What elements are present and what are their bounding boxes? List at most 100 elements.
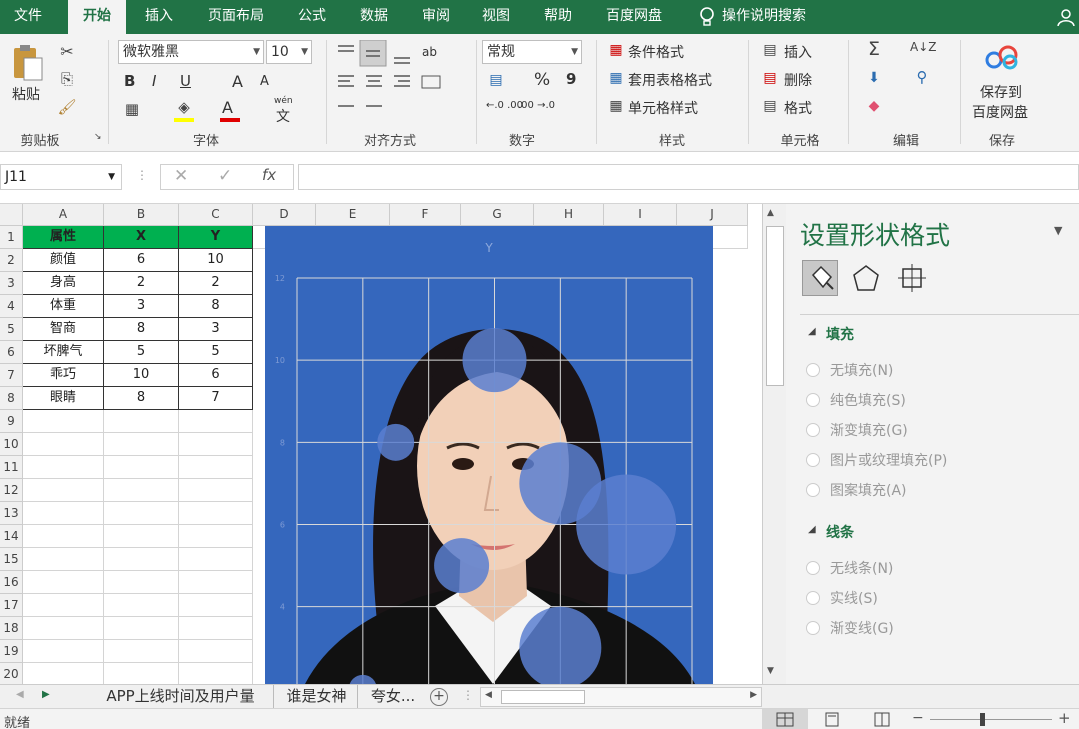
row-header-18[interactable]: 18 bbox=[0, 617, 23, 640]
sort-filter-icon[interactable]: A↓Z bbox=[910, 40, 936, 54]
empty-cell[interactable] bbox=[179, 479, 253, 502]
empty-cell[interactable] bbox=[23, 456, 104, 479]
page-layout-view-icon[interactable] bbox=[822, 712, 842, 727]
vertical-scrollbar[interactable]: ▲ ▼ bbox=[762, 204, 786, 684]
normal-view-button[interactable] bbox=[762, 709, 808, 729]
page-break-view-icon[interactable] bbox=[872, 712, 892, 727]
name-box[interactable]: J11 ▼ bbox=[0, 164, 122, 190]
font-color-button[interactable]: A bbox=[222, 98, 233, 117]
horizontal-scrollbar[interactable]: ◀ ▶ bbox=[480, 687, 762, 707]
empty-cell[interactable] bbox=[23, 502, 104, 525]
line-option[interactable]: 无线条(N) bbox=[806, 558, 893, 578]
empty-cell[interactable] bbox=[179, 640, 253, 663]
tab-insert[interactable]: 插入 bbox=[132, 0, 186, 34]
tab-help[interactable]: 帮助 bbox=[532, 0, 584, 34]
empty-cell[interactable] bbox=[23, 410, 104, 433]
empty-cell[interactable] bbox=[23, 663, 104, 686]
column-header-b[interactable]: B bbox=[104, 204, 179, 226]
empty-cell[interactable] bbox=[179, 594, 253, 617]
table-cell[interactable]: 8 bbox=[104, 387, 179, 410]
empty-cell[interactable] bbox=[104, 479, 179, 502]
table-cell[interactable]: 3 bbox=[179, 318, 253, 341]
empty-cell[interactable] bbox=[179, 410, 253, 433]
table-cell[interactable]: 7 bbox=[179, 387, 253, 410]
tab-view[interactable]: 视图 bbox=[470, 0, 522, 34]
table-cell[interactable]: 体重 bbox=[23, 295, 104, 318]
row-header-8[interactable]: 8 bbox=[0, 387, 23, 410]
empty-cell[interactable] bbox=[23, 479, 104, 502]
insert-cells-button[interactable]: 插入 bbox=[784, 42, 812, 62]
h-scroll-thumb[interactable] bbox=[501, 690, 585, 704]
row-header-2[interactable]: 2 bbox=[0, 249, 23, 272]
column-header-c[interactable]: C bbox=[179, 204, 253, 226]
cell-styles-button[interactable]: 单元格样式 bbox=[628, 98, 698, 118]
table-cell[interactable]: 2 bbox=[104, 272, 179, 295]
row-header-3[interactable]: 3 bbox=[0, 272, 23, 295]
empty-cell[interactable] bbox=[104, 617, 179, 640]
empty-cell[interactable] bbox=[104, 571, 179, 594]
row-header-7[interactable]: 7 bbox=[0, 364, 23, 387]
table-cell[interactable]: 10 bbox=[104, 364, 179, 387]
column-header-h[interactable]: H bbox=[534, 204, 604, 226]
scroll-thumb[interactable] bbox=[766, 226, 784, 386]
find-select-icon[interactable]: ⚲ bbox=[912, 68, 932, 86]
empty-cell[interactable] bbox=[23, 433, 104, 456]
table-cell[interactable]: 10 bbox=[179, 249, 253, 272]
empty-cell[interactable] bbox=[104, 594, 179, 617]
dialog-launcher-icon[interactable]: ↘ bbox=[94, 132, 102, 142]
tab-page-layout[interactable]: 页面布局 bbox=[196, 0, 276, 34]
prev-sheet-icon[interactable]: ◀ bbox=[16, 689, 24, 700]
table-cell[interactable]: 眼睛 bbox=[23, 387, 104, 410]
table-cell[interactable]: 坏脾气 bbox=[23, 341, 104, 364]
format-as-table-button[interactable]: 套用表格格式 bbox=[628, 70, 712, 90]
table-cell[interactable]: 颜值 bbox=[23, 249, 104, 272]
table-cell[interactable]: 8 bbox=[179, 295, 253, 318]
fill-option[interactable]: 渐变填充(G) bbox=[806, 420, 908, 440]
underline-button[interactable]: U bbox=[180, 72, 191, 90]
table-header-cell[interactable]: 属性 bbox=[23, 226, 104, 249]
empty-cell[interactable] bbox=[104, 410, 179, 433]
sheet-tab-goddess[interactable]: 谁是女神 bbox=[276, 685, 358, 708]
row-header-10[interactable]: 10 bbox=[0, 433, 23, 456]
row-header-11[interactable]: 11 bbox=[0, 456, 23, 479]
empty-cell[interactable] bbox=[104, 640, 179, 663]
grow-font-button[interactable]: A bbox=[232, 72, 243, 91]
fill-option[interactable]: 图片或纹理填充(P) bbox=[806, 450, 947, 470]
empty-cell[interactable] bbox=[104, 663, 179, 686]
row-header-13[interactable]: 13 bbox=[0, 502, 23, 525]
decrease-decimal-button[interactable]: .00 →.0 bbox=[518, 100, 555, 111]
comma-button[interactable]: 9 bbox=[566, 70, 576, 88]
share-user-icon[interactable] bbox=[1056, 8, 1076, 27]
empty-cell[interactable] bbox=[23, 594, 104, 617]
percent-button[interactable]: % bbox=[534, 70, 550, 90]
empty-cell[interactable] bbox=[104, 456, 179, 479]
row-header-20[interactable]: 20 bbox=[0, 663, 23, 686]
effects-tab-icon[interactable] bbox=[850, 262, 882, 294]
table-cell[interactable]: 智商 bbox=[23, 318, 104, 341]
cut-icon[interactable]: ✂ bbox=[56, 42, 78, 61]
empty-cell[interactable] bbox=[179, 617, 253, 640]
fill-down-icon[interactable]: ⬇ bbox=[864, 70, 884, 86]
empty-cell[interactable] bbox=[179, 663, 253, 686]
column-header-i[interactable]: I bbox=[604, 204, 677, 226]
fill-color-icon[interactable]: ◈ bbox=[174, 98, 194, 116]
line-option[interactable]: 实线(S) bbox=[806, 588, 878, 608]
tab-formulas[interactable]: 公式 bbox=[286, 0, 338, 34]
add-sheet-icon[interactable]: + bbox=[430, 688, 448, 706]
radio-button[interactable] bbox=[806, 423, 820, 437]
table-cell[interactable]: 身高 bbox=[23, 272, 104, 295]
tab-file[interactable]: 文件 bbox=[0, 0, 56, 34]
copy-icon[interactable]: ⎘ bbox=[56, 70, 78, 88]
row-header-9[interactable]: 9 bbox=[0, 410, 23, 433]
column-header-a[interactable]: A bbox=[23, 204, 104, 226]
empty-cell[interactable] bbox=[104, 525, 179, 548]
line-section-header[interactable]: 线条 bbox=[826, 522, 854, 542]
column-header-j[interactable]: J bbox=[677, 204, 748, 226]
row-header-14[interactable]: 14 bbox=[0, 525, 23, 548]
empty-cell[interactable] bbox=[179, 548, 253, 571]
autosum-icon[interactable]: Σ bbox=[864, 38, 884, 60]
table-cell[interactable]: 6 bbox=[179, 364, 253, 387]
format-cells-button[interactable]: 格式 bbox=[784, 98, 812, 118]
sheet-tab-praise[interactable]: 夸女... bbox=[362, 685, 424, 708]
chart-area[interactable]: Y 12 10 8 6 4 bbox=[265, 226, 713, 684]
